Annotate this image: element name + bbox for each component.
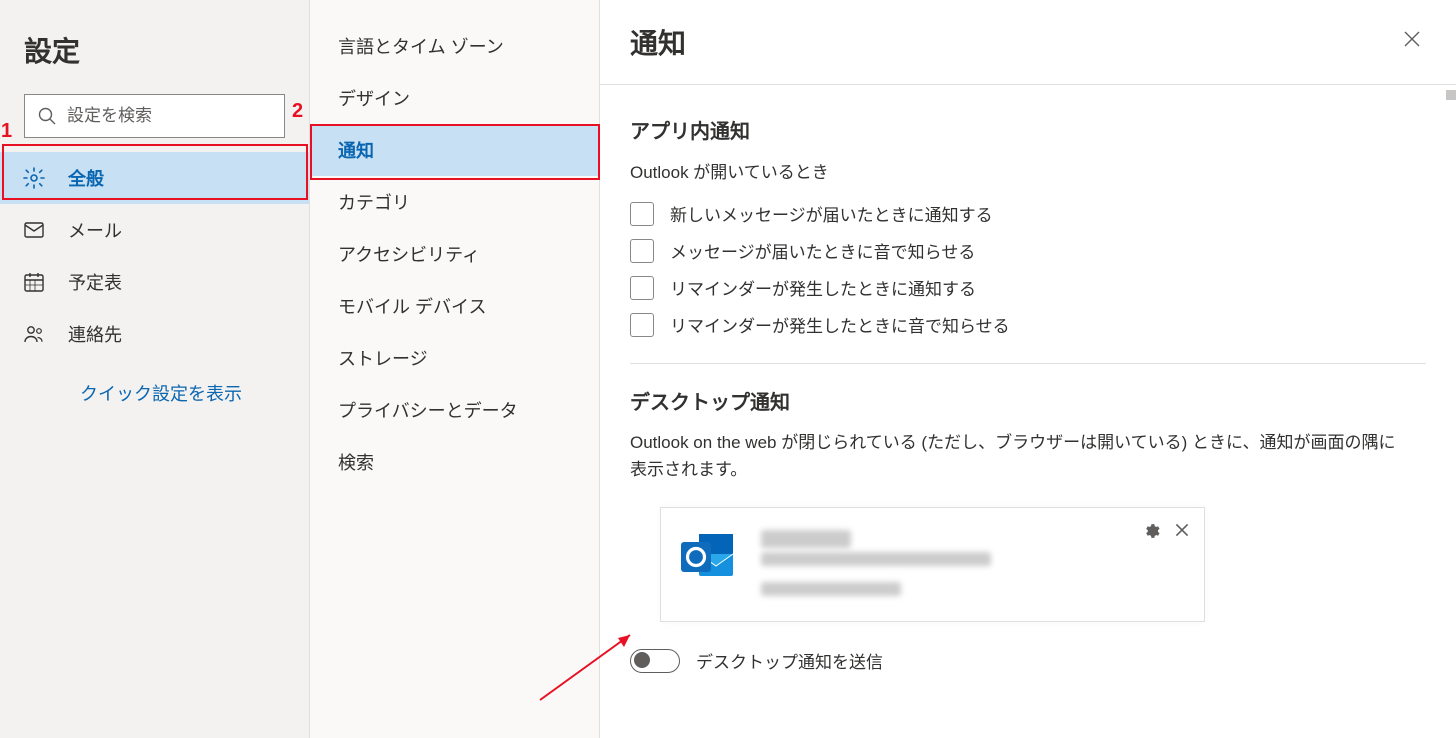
settings-search-input[interactable]: [67, 106, 272, 126]
search-icon: [37, 106, 57, 126]
inapp-heading: アプリ内通知: [630, 115, 1426, 144]
people-icon: [22, 322, 46, 346]
inapp-sub: Outlook が開いているとき: [630, 158, 1426, 183]
sub-search[interactable]: 検索: [310, 436, 599, 488]
check-row-sound-message: メッセージが届いたときに音で知らせる: [630, 238, 1426, 263]
outlook-icon: [679, 528, 737, 586]
category-label: 予定表: [68, 269, 122, 295]
settings-detail-panel: 通知 アプリ内通知 Outlook が開いているとき 新しいメッセージが届いたと…: [600, 0, 1456, 738]
category-label: 連絡先: [68, 321, 122, 347]
calendar-icon: [22, 270, 46, 294]
notification-dismiss-icon[interactable]: [1174, 522, 1190, 545]
category-general[interactable]: 全般: [0, 152, 309, 204]
mail-icon: [22, 218, 46, 242]
sub-mobile[interactable]: モバイル デバイス: [310, 280, 599, 332]
category-label: 全般: [68, 165, 104, 191]
checkbox-reminder[interactable]: [630, 276, 654, 300]
notification-preview-card: [660, 507, 1205, 622]
category-calendar[interactable]: 予定表: [0, 256, 309, 308]
sub-notifications[interactable]: 通知: [310, 124, 599, 176]
gear-icon: [22, 166, 46, 190]
gear-icon: [1142, 522, 1160, 540]
settings-search-box[interactable]: [24, 94, 285, 138]
close-icon: [1174, 522, 1190, 538]
sub-language[interactable]: 言語とタイム ゾーン: [310, 20, 599, 72]
check-row-reminder: リマインダーが発生したときに通知する: [630, 275, 1426, 300]
checkbox-new-message[interactable]: [630, 202, 654, 226]
sub-design[interactable]: デザイン: [310, 72, 599, 124]
settings-left-panel: 設定 全般 メール 予定表 連絡先 クイック設定を表示: [0, 0, 310, 738]
close-icon: [1402, 29, 1422, 49]
section-divider: [630, 363, 1426, 364]
desktop-desc: Outlook on the web が閉じられている (ただし、ブラウザーは開…: [630, 429, 1410, 483]
close-button[interactable]: [1398, 24, 1426, 60]
quick-settings-link[interactable]: クイック設定を表示: [0, 360, 309, 406]
checkbox-reminder-sound[interactable]: [630, 313, 654, 337]
checkbox-sound-message[interactable]: [630, 239, 654, 263]
settings-mid-panel: 言語とタイム ゾーン デザイン 通知 カテゴリ アクセシビリティ モバイル デバ…: [310, 0, 600, 738]
checkbox-label: 新しいメッセージが届いたときに通知する: [670, 201, 993, 226]
desktop-notification-toggle[interactable]: [630, 649, 680, 673]
desktop-heading: デスクトップ通知: [630, 386, 1426, 415]
scrollbar[interactable]: [1446, 90, 1456, 738]
check-row-new-message: 新しいメッセージが届いたときに通知する: [630, 201, 1426, 226]
category-label: メール: [68, 217, 122, 243]
sub-category[interactable]: カテゴリ: [310, 176, 599, 228]
category-mail[interactable]: メール: [0, 204, 309, 256]
checkbox-label: リマインダーが発生したときに通知する: [670, 275, 976, 300]
toggle-label: デスクトップ通知を送信: [696, 648, 883, 673]
desktop-toggle-row: デスクトップ通知を送信: [630, 648, 1426, 673]
notification-settings-icon[interactable]: [1142, 522, 1160, 545]
sub-storage[interactable]: ストレージ: [310, 332, 599, 384]
sub-accessibility[interactable]: アクセシビリティ: [310, 228, 599, 280]
checkbox-label: リマインダーが発生したときに音で知らせる: [670, 312, 1010, 337]
sub-privacy[interactable]: プライバシーとデータ: [310, 384, 599, 436]
detail-title: 通知: [630, 22, 686, 62]
category-people[interactable]: 連絡先: [0, 308, 309, 360]
settings-title: 設定: [0, 22, 309, 94]
notification-preview-text: [761, 524, 1186, 605]
check-row-reminder-sound: リマインダーが発生したときに音で知らせる: [630, 312, 1426, 337]
checkbox-label: メッセージが届いたときに音で知らせる: [670, 238, 975, 263]
